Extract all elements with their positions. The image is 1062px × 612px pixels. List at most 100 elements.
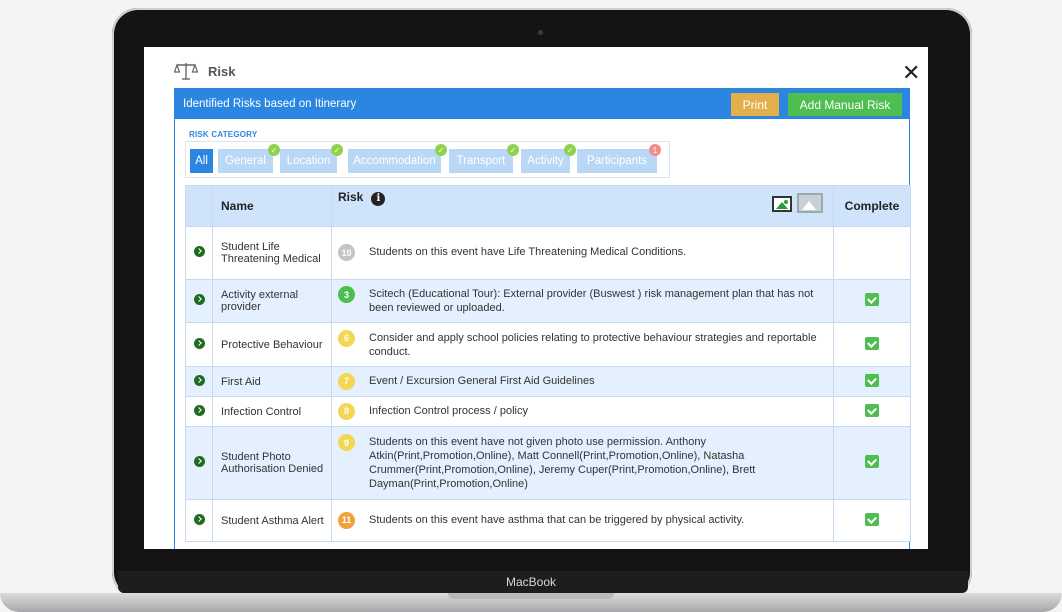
- risk-text: Event / Excursion General First Aid Guid…: [369, 374, 595, 387]
- risk-text: Students on this event have asthma that …: [369, 513, 745, 526]
- category-label: Location: [286, 155, 331, 167]
- expand-column-header: [185, 185, 213, 227]
- risk-level-badge: 9: [338, 434, 355, 451]
- table-row[interactable]: Protective Behaviour 6 Consider and apply…: [185, 322, 911, 367]
- laptop-notch: [448, 593, 614, 599]
- panel-header: Identified Risks based on Itinerary Prin…: [175, 89, 909, 119]
- category-chip-location[interactable]: Location: [280, 149, 337, 173]
- expand-cell[interactable]: [185, 499, 213, 542]
- checkbox-checked-icon[interactable]: [865, 293, 879, 306]
- risk-column-header: Risk i: [331, 185, 834, 227]
- check-icon: ✓: [331, 144, 343, 156]
- category-label: Participants: [586, 155, 648, 167]
- risk-name: Student Photo Authorisation Denied: [212, 426, 332, 500]
- device-label: MacBook: [505, 575, 557, 589]
- expand-cell[interactable]: [185, 226, 213, 280]
- chevron-right-icon[interactable]: [193, 404, 205, 416]
- category-label: General: [225, 155, 266, 167]
- risk-cell: 7 Event / Excursion General First Aid Gui…: [331, 366, 834, 397]
- check-icon: ✓: [268, 144, 280, 156]
- risk-name: Activity external provider: [212, 279, 332, 323]
- expand-cell[interactable]: [185, 279, 213, 323]
- risk-level-badge: 10: [338, 244, 355, 261]
- risk-name: Infection Control: [212, 396, 332, 427]
- complete-cell: [833, 396, 911, 427]
- modal-title: Risk: [208, 63, 236, 79]
- checkbox-checked-icon[interactable]: [865, 373, 879, 387]
- chevron-right-icon[interactable]: [193, 294, 205, 305]
- risk-level-badge: 8: [338, 402, 355, 420]
- complete-cell: [833, 322, 911, 367]
- expand-cell[interactable]: [185, 322, 213, 367]
- app-screen: Risk ✕ Identified Risks based on Itinera…: [144, 47, 928, 549]
- category-label: Accommodation: [353, 155, 436, 167]
- risk-cell: 10 Students on this event have Life Threa…: [331, 226, 834, 280]
- chevron-right-icon[interactable]: [193, 337, 205, 349]
- print-button[interactable]: Print: [731, 93, 779, 116]
- table-row[interactable]: First Aid 7 Event / Excursion General Fir…: [185, 366, 911, 397]
- panel-title: Identified Risks based on Itinerary: [183, 98, 357, 110]
- risk-text: Infection Control process / policy: [369, 404, 528, 417]
- image-placeholder-icon[interactable]: [797, 193, 823, 213]
- modal-header: Risk: [174, 61, 235, 81]
- expand-cell[interactable]: [185, 396, 213, 427]
- category-chip-activity[interactable]: Activity: [521, 149, 570, 173]
- risk-name: Protective Behaviour: [212, 322, 332, 367]
- check-icon: ✓: [507, 144, 519, 156]
- category-chip-transport[interactable]: Transport: [449, 149, 513, 173]
- complete-cell: [833, 366, 911, 397]
- risk-name: Student Life Threatening Medical: [212, 226, 332, 280]
- risk-category-label: RISK CATEGORY: [189, 130, 258, 139]
- chevron-right-icon[interactable]: [193, 513, 205, 525]
- close-button[interactable]: ✕: [902, 62, 920, 84]
- risk-text: Consider and apply school policies relat…: [369, 331, 817, 358]
- chevron-right-icon[interactable]: [193, 246, 205, 257]
- category-chip-all[interactable]: All: [190, 149, 213, 173]
- checkbox-checked-icon[interactable]: [865, 455, 879, 468]
- risk-level-badge: 11: [338, 511, 355, 529]
- complete-cell: [833, 426, 911, 500]
- alert-count-badge: 1: [649, 144, 661, 156]
- photo-toggle-group: [772, 193, 823, 213]
- risk-cell: 9 Students on this event have not given p…: [331, 426, 834, 500]
- chevron-right-icon[interactable]: [193, 456, 205, 467]
- risk-name: First Aid: [212, 366, 332, 397]
- category-label: Activity: [527, 155, 564, 167]
- image-icon[interactable]: [772, 196, 792, 212]
- camera-dot: [538, 30, 543, 35]
- checkbox-checked-icon[interactable]: [865, 336, 879, 350]
- check-icon: ✓: [435, 144, 447, 156]
- risk-cell: 8 Infection Control process / policy: [331, 396, 834, 427]
- table-row[interactable]: Student Photo Authorisation Denied 9 Stud…: [185, 426, 911, 500]
- expand-cell[interactable]: [185, 426, 213, 500]
- risk-level-badge: 6: [338, 329, 355, 347]
- category-chip-accommodation[interactable]: Accommodation: [348, 149, 441, 173]
- category-label: Transport: [456, 155, 506, 167]
- complete-cell: [833, 499, 911, 542]
- chevron-right-icon[interactable]: [193, 374, 205, 386]
- category-chip-participants[interactable]: Participants: [577, 149, 657, 173]
- expand-cell[interactable]: [185, 366, 213, 397]
- table-row[interactable]: Infection Control 8 Infection Control pro…: [185, 396, 911, 427]
- table-row[interactable]: Student Asthma Alert 11 Students on this …: [185, 499, 911, 542]
- checkbox-checked-icon[interactable]: [865, 403, 879, 417]
- category-chip-general[interactable]: General: [218, 149, 273, 173]
- table-row[interactable]: Student Life Threatening Medical 10 Stude…: [185, 226, 911, 280]
- risk-level-badge: 7: [338, 372, 355, 390]
- complete-cell: [833, 279, 911, 323]
- risk-cell: 11 Students on this event have asthma tha…: [331, 499, 834, 542]
- risk-text: Students on this event have not given ph…: [369, 436, 756, 490]
- add-manual-risk-button[interactable]: Add Manual Risk: [788, 93, 902, 116]
- checkbox-checked-icon[interactable]: [865, 512, 879, 526]
- info-icon[interactable]: i: [371, 192, 386, 206]
- risk-header-label: Risk: [338, 190, 364, 204]
- check-icon: ✓: [564, 144, 576, 156]
- table-row[interactable]: Activity external provider 3 Scitech (Edu…: [185, 279, 911, 323]
- complete-cell: [833, 226, 911, 280]
- risk-text: Students on this event have Life Threate…: [369, 246, 687, 258]
- name-header-label: Name: [221, 199, 254, 213]
- risk-level-badge: 3: [338, 286, 355, 303]
- risk-name: Student Asthma Alert: [212, 499, 332, 542]
- risk-table: Name Risk i Complete Student Life Threate…: [185, 185, 911, 542]
- risk-cell: 6 Consider and apply school policies rela…: [331, 322, 834, 367]
